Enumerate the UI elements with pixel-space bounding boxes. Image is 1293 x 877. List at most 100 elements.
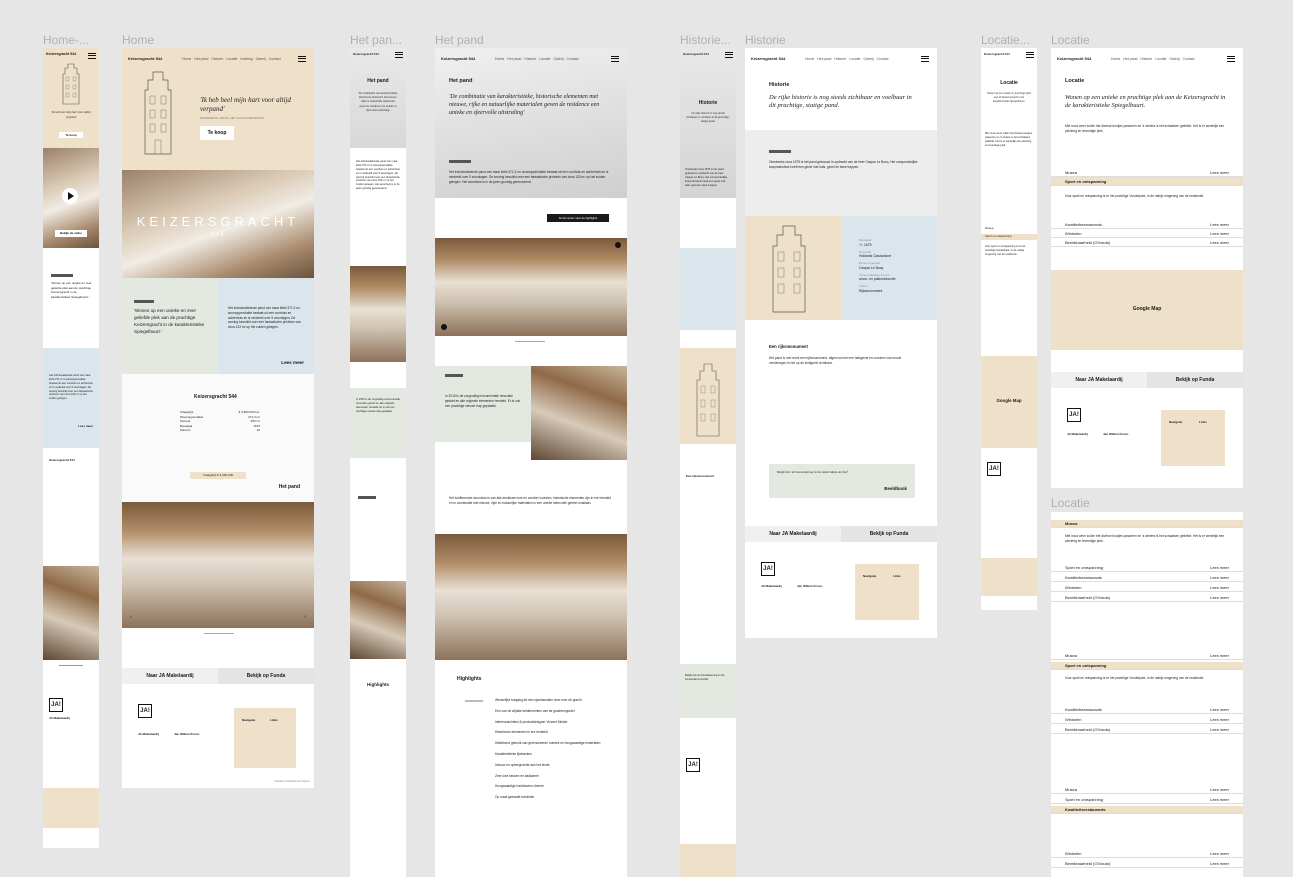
nav-locatie[interactable]: Locatie [539,57,550,61]
lees-meer-link[interactable]: Lees meer [1210,652,1229,659]
menu-icon[interactable] [725,52,733,58]
vraagprijs-button[interactable]: Vraagprijs € 4.950.000 [190,472,246,479]
menu-icon[interactable] [395,52,403,58]
menu-icon[interactable] [921,56,929,62]
row-sport[interactable]: Sport en ontspanning Lees meer [1051,564,1243,572]
lees-meer-link[interactable]: Lees meer [1210,594,1229,601]
menu-icon[interactable] [1227,56,1235,62]
nav-locatie[interactable]: Locatie [226,57,237,61]
lees-meer-link[interactable]: Lees meer [1210,220,1229,228]
carousel-dots[interactable] [59,665,83,667]
lees-meer-link[interactable]: Lees meer [1210,238,1229,246]
nav-historie[interactable]: Historie [834,57,846,61]
carousel-dots[interactable] [515,341,545,343]
nav-historie[interactable]: Historie [211,57,223,61]
row-sport[interactable]: Sport en ontspanning [1051,177,1243,186]
nav-het-pand[interactable]: Het pand [194,57,208,61]
nav-indeling[interactable]: Indeling [240,57,252,61]
carousel-prev-icon[interactable]: ‹ [130,614,132,620]
row-winkelen[interactable]: Winkelen Lees meer [1051,229,1243,238]
top-nav[interactable]: Home Het pand Historie Locatie Galerij C… [1111,57,1195,61]
nav-home[interactable]: Home [182,57,191,61]
menu-icon[interactable] [88,53,96,59]
row-bereikbaarheid[interactable]: Bereikbaarheid (OV/auto) Lees meer [1051,238,1243,247]
nav-home[interactable]: Home [1111,57,1120,61]
lees-meer-link[interactable]: Lees meer [1210,168,1229,176]
lees-meer-link[interactable]: Lees meer [1210,564,1229,571]
row-sport-open[interactable]: Sport en ontspanning [1051,662,1243,670]
lees-meer-link[interactable]: Lees meer [1210,706,1229,713]
row-musea[interactable]: Musea Lees meer [1051,786,1243,794]
row-musea[interactable]: Musea Lees meer [1051,168,1243,177]
nav-home[interactable]: Home [495,57,504,61]
het-pand-link[interactable]: Het pand [279,484,300,490]
lees-meer-link[interactable]: Lees meer [1210,796,1229,803]
carousel-next-icon[interactable] [615,242,621,248]
lees-meer-link[interactable]: Lees meer [1210,850,1229,857]
nav-galerij[interactable]: Galerij [1169,57,1179,61]
nav-galerij[interactable]: Galerij [863,57,873,61]
row-restaurants[interactable]: Kwaliteitsrestaurants Lees meer [1051,574,1243,582]
lees-meer-link[interactable]: Lees meer [1210,860,1229,867]
menu-icon[interactable] [298,56,306,62]
lees-meer-link[interactable]: Lees meer [1210,786,1229,793]
row-sport[interactable]: Sport en ontspanning [981,234,1037,240]
naar-ja-button[interactable]: Naar JA Makelaardij [122,668,218,684]
nav-het-pand[interactable]: Het pand [507,57,521,61]
nav-contact[interactable]: Contact [566,57,578,61]
nav-contact[interactable]: Contact [876,57,888,61]
te-koop-button[interactable]: Te koop [200,126,234,140]
nav-galerij[interactable]: Galerij [553,57,563,61]
top-nav[interactable]: Home Het pand Historie Locatie Indeling … [182,57,281,61]
menu-icon[interactable] [611,56,619,62]
nav-locatie[interactable]: Locatie [1155,57,1166,61]
carousel-dots[interactable] [204,633,234,635]
top-nav[interactable]: Home Het pand Historie Locatie Galerij C… [805,57,889,61]
row-musea[interactable]: Musea [985,226,993,230]
row-bereikbaarheid[interactable]: Bereikbaarheid (OV/auto) Lees meer [1051,594,1243,602]
top-nav[interactable]: Home Het pand Historie Locatie Galerij C… [495,57,579,61]
row-winkelen[interactable]: Winkelen Lees meer [1051,850,1243,858]
row-musea-open[interactable]: Musea [1051,520,1243,528]
nav-het-pand[interactable]: Het pand [1123,57,1137,61]
te-koop-button[interactable]: Te koop [59,132,83,138]
row-bereikbaarheid[interactable]: Bereikbaarheid (OV/auto) Lees meer [1051,860,1243,868]
row-restaurants[interactable]: Kwaliteitsrestaurants Lees meer [1051,706,1243,714]
carousel-next-icon[interactable]: › [304,614,306,620]
funda-button[interactable]: Bekijk op Funda [841,526,937,542]
naar-ja-button[interactable]: Naar JA Makelaardij [1051,372,1147,388]
highlights-button[interactable]: Scroll verder naar de highlights [547,214,609,222]
row-musea[interactable]: Musea Lees meer [1051,652,1243,660]
row-restaurants[interactable]: Kwaliteitsrestaurants Lees meer [1051,220,1243,229]
row-winkelen[interactable]: Winkelen Lees meer [1051,584,1243,592]
carousel-prev-icon[interactable] [441,324,447,330]
lees-meer-link[interactable]: Lees meer [1210,716,1229,723]
nav-historie[interactable]: Historie [524,57,536,61]
play-button[interactable] [62,188,78,204]
lees-meer-link[interactable]: Lees meer [1210,584,1229,591]
row-restaurants-open[interactable]: Kwaliteitsrestaurants [1051,806,1243,814]
lees-meer-link[interactable]: Lees meer [1210,726,1229,733]
funda-button[interactable]: Bekijk op Funda [1147,372,1243,388]
row-bereikbaarheid[interactable]: Bereikbaarheid (OV/auto) Lees meer [1051,726,1243,734]
nav-het-pand[interactable]: Het pand [817,57,831,61]
menu-icon[interactable] [1026,52,1034,58]
funda-button[interactable]: Bekijk op Funda [218,668,314,684]
nav-contact[interactable]: Contact [269,57,281,61]
lees-meer-link[interactable]: Lees meer [78,424,93,429]
nav-galerij[interactable]: Galerij [256,57,266,61]
beeldbank-link[interactable]: Beeldbank [884,486,907,491]
nav-contact[interactable]: Contact [1182,57,1194,61]
row-sport[interactable]: Sport en ontspanning Lees meer [1051,796,1243,804]
lees-meer-link[interactable]: Lees meer [281,360,304,365]
nav-historie[interactable]: Historie [1140,57,1152,61]
lees-meer-link[interactable]: Lees meer [1210,574,1229,581]
google-map[interactable]: Google Map [981,356,1037,448]
lees-meer-link[interactable]: Lees meer [1210,229,1229,237]
nav-locatie[interactable]: Locatie [849,57,860,61]
google-map[interactable]: Google Map [1051,270,1243,350]
row-winkelen[interactable]: Winkelen Lees meer [1051,716,1243,724]
naar-ja-button[interactable]: Naar JA Makelaardij [745,526,841,542]
video-button[interactable]: Bekijk de video [55,230,87,237]
nav-home[interactable]: Home [805,57,814,61]
